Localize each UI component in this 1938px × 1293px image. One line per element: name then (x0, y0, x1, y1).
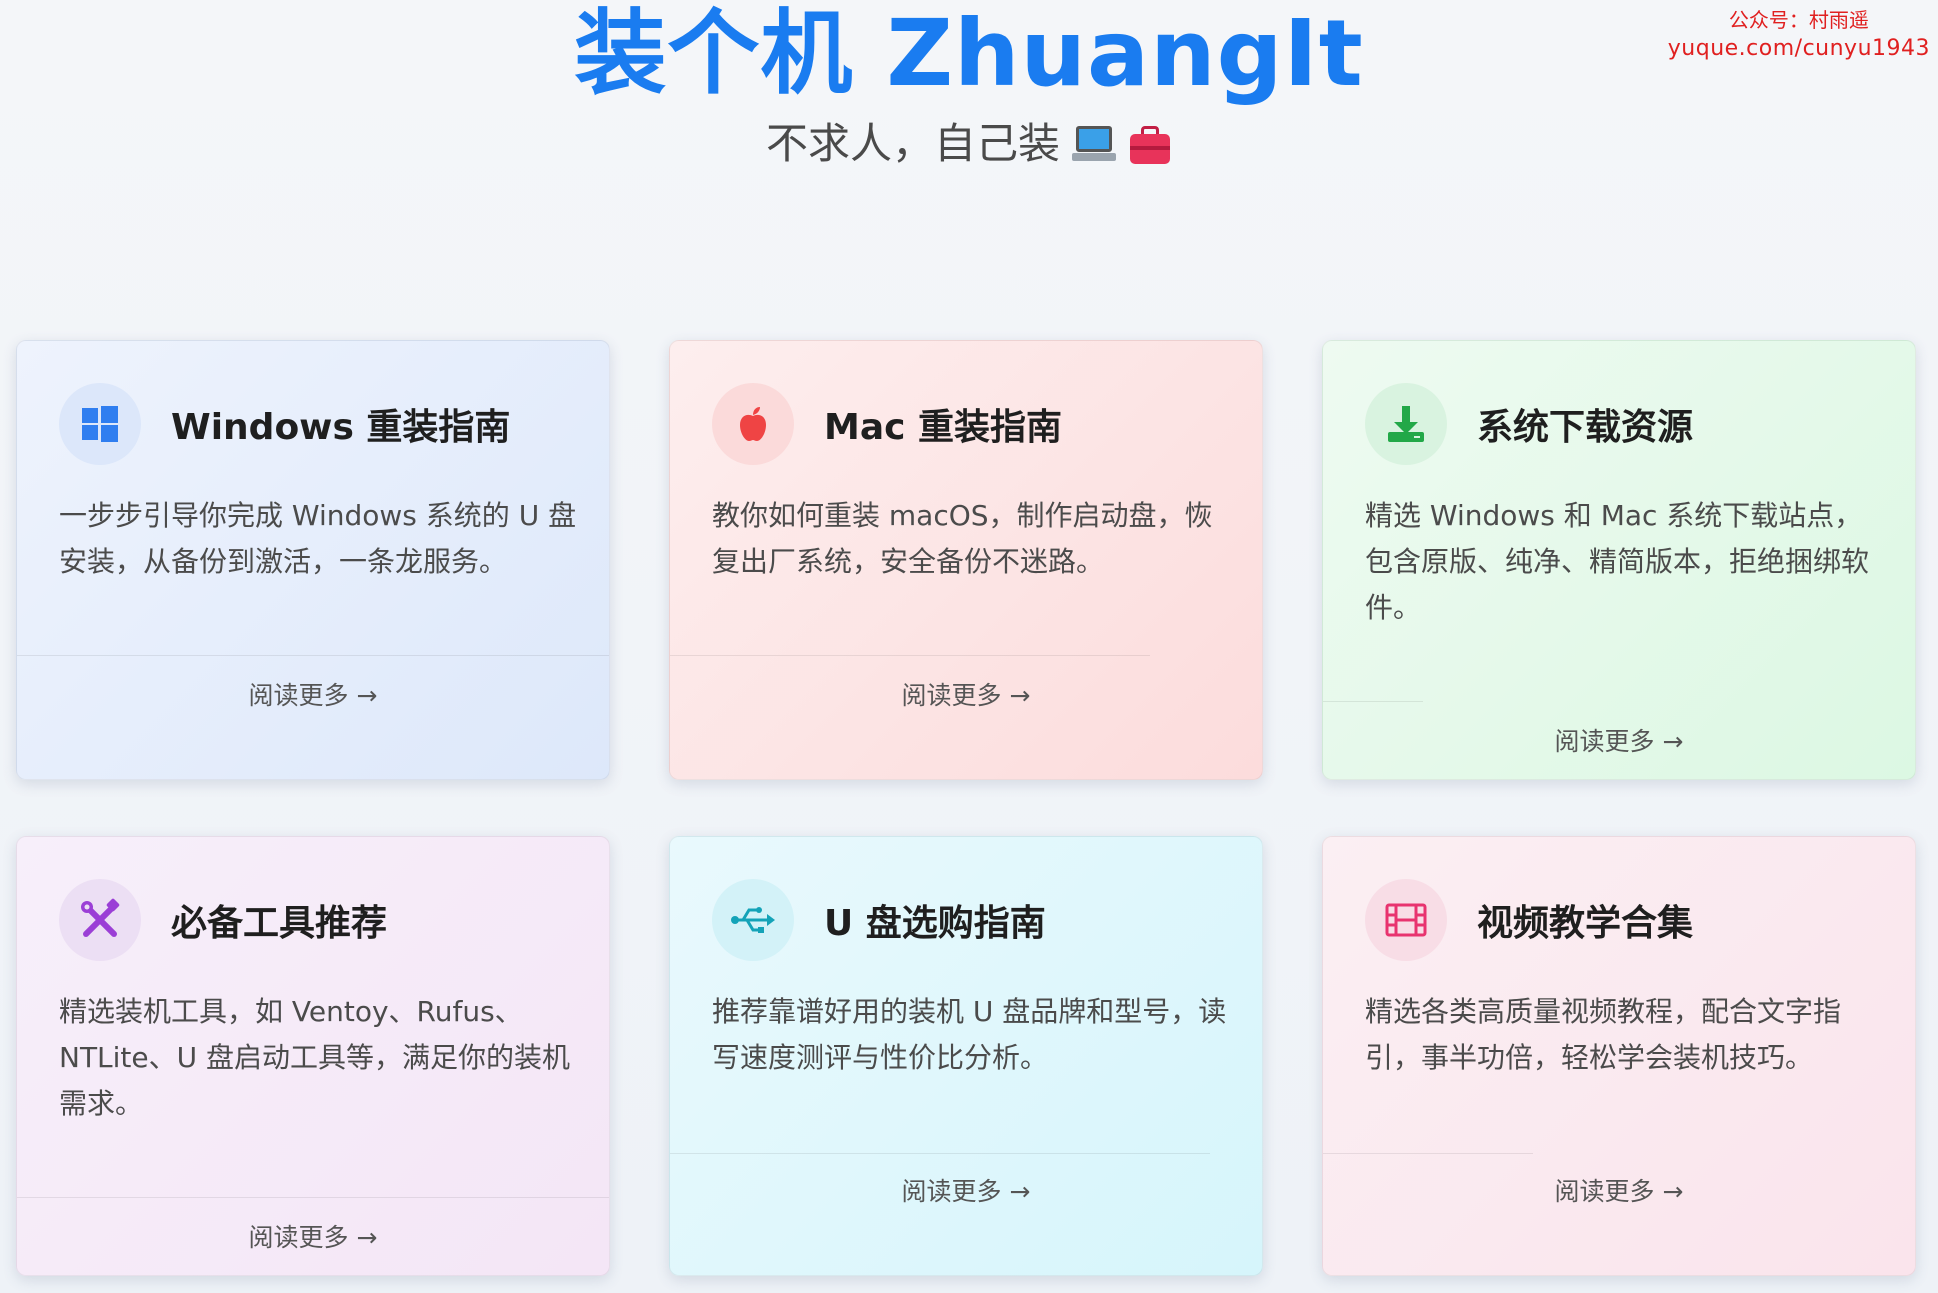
card-tools[interactable]: 必备工具推荐 精选装机工具，如 Ventoy、Rufus、NTLite、U 盘启… (16, 836, 610, 1276)
card-title: 必备工具推荐 (171, 903, 388, 944)
read-more-link[interactable]: 阅读更多 → (1323, 1174, 1915, 1210)
card-description: 精选装机工具，如 Ventoy、Rufus、NTLite、U 盘启动工具等，满足… (59, 995, 571, 1120)
subtitle-text: 不求人，自己装 (765, 119, 1060, 168)
tools-icon (59, 879, 141, 961)
card-title: 系统下载资源 (1477, 407, 1694, 448)
card-system-downloads[interactable]: 系统下载资源 精选 Windows 和 Mac 系统下载站点，包含原版、纯净、精… (1322, 340, 1916, 780)
read-more-link[interactable]: 阅读更多 → (17, 678, 609, 714)
usb-icon (712, 879, 794, 961)
card-divider (17, 1197, 609, 1198)
card-usb-guide[interactable]: U 盘选购指南 推荐靠谱好用的装机 U 盘品牌和型号，读写速度测评与性价比分析。… (669, 836, 1263, 1276)
card-mac-guide[interactable]: Mac 重装指南 教你如何重装 macOS，制作启动盘，恢复出厂系统，安全备份不… (669, 340, 1263, 780)
card-divider (670, 655, 1150, 656)
download-icon (1365, 383, 1447, 465)
toolbox-icon (1128, 122, 1172, 166)
card-description: 精选各类高质量视频教程，配合文字指引，事半功倍，轻松学会装机技巧。 (1365, 995, 1842, 1074)
laptop-icon (1072, 122, 1116, 166)
card-description: 推荐靠谱好用的装机 U 盘品牌和型号，读写速度测评与性价比分析。 (712, 995, 1227, 1074)
windows-icon (59, 383, 141, 465)
card-header: 系统下载资源 (1365, 383, 1693, 465)
card-windows-guide[interactable]: Windows 重装指南 一步步引导你完成 Windows 系统的 U 盘安装，… (16, 340, 610, 780)
read-more-link[interactable]: 阅读更多 → (17, 1220, 609, 1256)
card-description: 精选 Windows 和 Mac 系统下载站点，包含原版、纯净、精简版本，拒绝捆… (1365, 499, 1870, 624)
page-title: 装个机 ZhuangIt (574, 0, 1364, 107)
read-more-link[interactable]: 阅读更多 → (1323, 724, 1915, 760)
card-header: Windows 重装指南 (59, 383, 510, 465)
card-header: 必备工具推荐 (59, 879, 387, 961)
film-icon (1365, 879, 1447, 961)
card-title: 视频教学合集 (1477, 903, 1694, 944)
card-divider (1323, 701, 1423, 702)
card-divider (17, 655, 609, 656)
card-title: Windows 重装指南 (171, 407, 511, 448)
card-title: U 盘选购指南 (824, 903, 1046, 944)
apple-icon (712, 383, 794, 465)
card-description: 教你如何重装 macOS，制作启动盘，恢复出厂系统，安全备份不迷路。 (712, 499, 1213, 578)
card-divider (670, 1153, 1210, 1154)
read-more-link[interactable]: 阅读更多 → (670, 678, 1262, 714)
read-more-link[interactable]: 阅读更多 → (670, 1174, 1262, 1210)
card-video-tutorials[interactable]: 视频教学合集 精选各类高质量视频教程，配合文字指引，事半功倍，轻松学会装机技巧。… (1322, 836, 1916, 1276)
card-description: 一步步引导你完成 Windows 系统的 U 盘安装，从备份到激活，一条龙服务。 (59, 499, 577, 578)
card-title: Mac 重装指南 (824, 407, 1062, 448)
card-header: 视频教学合集 (1365, 879, 1693, 961)
card-header: U 盘选购指南 (712, 879, 1046, 961)
page-subtitle: 不求人，自己装 (0, 116, 1938, 172)
card-divider (1323, 1153, 1533, 1154)
card-header: Mac 重装指南 (712, 383, 1062, 465)
